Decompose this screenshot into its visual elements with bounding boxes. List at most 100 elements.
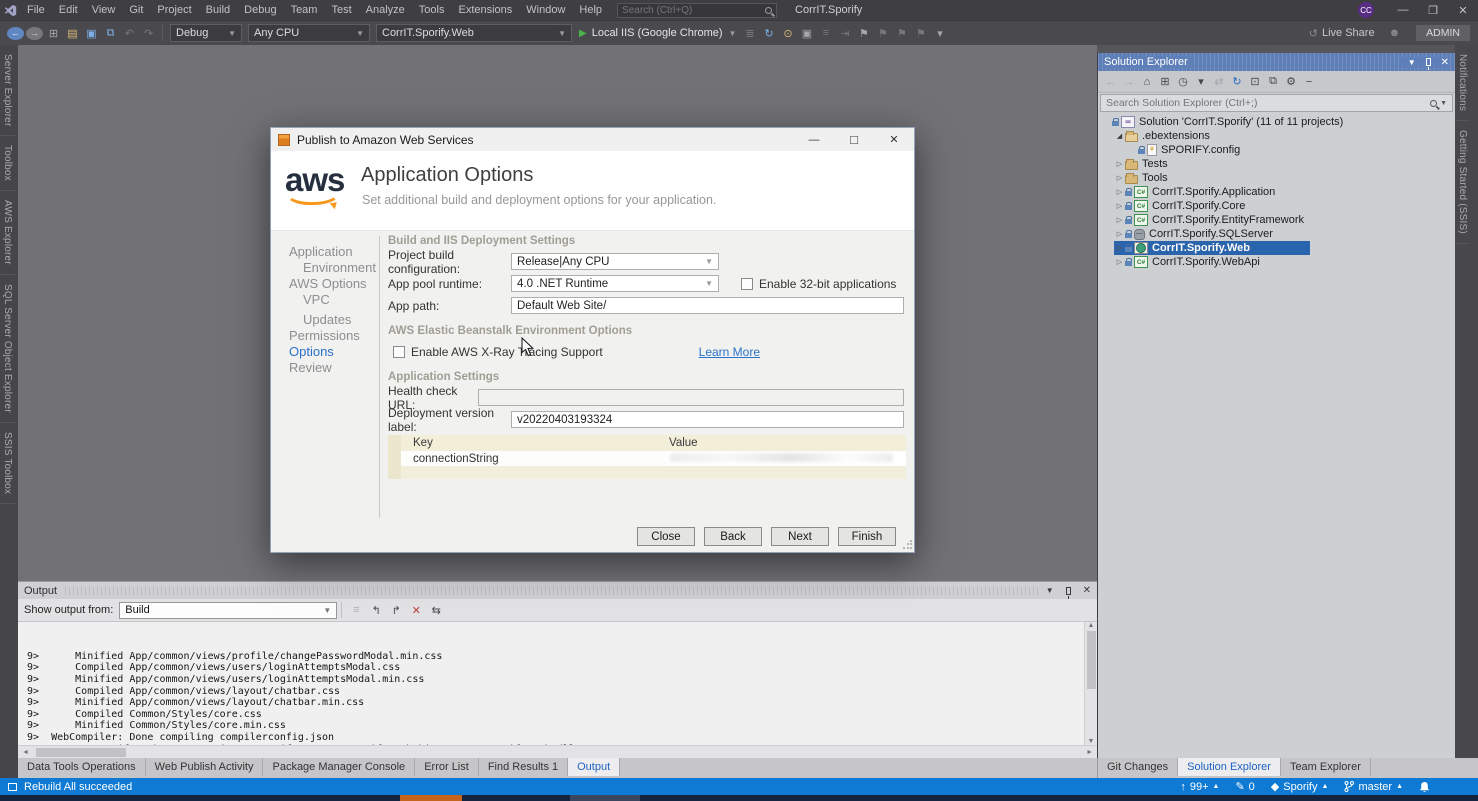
panel-tab[interactable]: Data Tools Operations	[18, 758, 146, 776]
menu-item[interactable]: File	[20, 0, 52, 20]
expander-icon[interactable]	[1114, 244, 1125, 252]
configuration-dropdown[interactable]: Debug▼	[170, 24, 242, 42]
menu-item[interactable]: Git	[122, 0, 150, 20]
tree-row[interactable]: SPORIFY.config	[1098, 143, 1455, 157]
toolbar-icon[interactable]: ▣	[83, 24, 100, 42]
live-share-button[interactable]: ↺ Live Share	[1309, 27, 1375, 40]
dock-tab[interactable]: SSIS Toolbox	[0, 423, 15, 504]
toolbar-icon[interactable]: ←	[1103, 73, 1119, 91]
toolbar-icon[interactable]: ↷	[140, 24, 157, 42]
expander-icon[interactable]	[1114, 216, 1125, 224]
branch-picker[interactable]: master ▲	[1344, 781, 1403, 793]
pending-edits-indicator[interactable]: ✎ 0	[1235, 780, 1254, 793]
wizard-nav-item[interactable]: Environment	[289, 261, 376, 276]
panel-tab[interactable]: Team Explorer	[1281, 758, 1371, 776]
expander-icon[interactable]	[1114, 188, 1125, 196]
expander-icon[interactable]	[1114, 258, 1125, 266]
expander-icon[interactable]	[1114, 174, 1125, 182]
panel-tab[interactable]: Error List	[415, 758, 479, 776]
panel-tab[interactable]: Solution Explorer	[1178, 758, 1281, 776]
scroll-up-icon[interactable]: ▲	[1088, 622, 1095, 629]
scrollbar-thumb[interactable]	[36, 748, 126, 757]
pin-icon[interactable]	[1426, 58, 1431, 66]
toolbar-icon[interactable]: ✕	[407, 601, 425, 619]
dock-tab[interactable]: Toolbox	[0, 136, 15, 191]
dock-tab[interactable]: Notifications	[1455, 45, 1470, 121]
scroll-right-icon[interactable]: ►	[1082, 749, 1097, 756]
health-check-input[interactable]	[478, 389, 904, 406]
toolbar-icon[interactable]: ⇄	[1211, 73, 1227, 91]
toolbar-icon[interactable]: ⚑	[874, 24, 891, 42]
close-icon[interactable]: ✕	[1441, 57, 1449, 68]
expander-icon[interactable]	[1114, 202, 1125, 210]
dock-tab[interactable]: AWS Explorer	[0, 191, 15, 275]
toolbar-icon[interactable]: ⊙	[779, 24, 796, 42]
panel-tab[interactable]: Find Results 1	[479, 758, 568, 776]
close-button[interactable]: ✕	[874, 128, 914, 151]
panel-tab[interactable]: Git Changes	[1098, 758, 1178, 776]
maximize-button[interactable]: □	[834, 128, 874, 151]
app-path-input[interactable]	[511, 297, 904, 314]
panel-tab[interactable]: Output	[568, 758, 620, 776]
account-avatar[interactable]: CC	[1358, 2, 1374, 18]
menu-item[interactable]: Team	[284, 0, 325, 20]
wizard-nav-item[interactable]: AWS Options	[289, 277, 376, 292]
toolbar-icon[interactable]: ⊞	[1157, 73, 1173, 91]
feedback-icon[interactable]: ☻	[1389, 27, 1401, 39]
toolbar-icon[interactable]: ⧉	[102, 24, 119, 42]
horizontal-scrollbar[interactable]: ◄ ►	[18, 745, 1097, 758]
output-panel-titlebar[interactable]: Output ▼ ✕	[18, 582, 1097, 599]
tree-row[interactable]: CorrIT.Sporify.EntityFramework	[1098, 213, 1455, 227]
menu-item[interactable]: Analyze	[359, 0, 412, 20]
toolbar-icon[interactable]: ↶	[121, 24, 138, 42]
solution-explorer-titlebar[interactable]: Solution Explorer ▼ ✕	[1098, 53, 1455, 71]
toolbar-icon[interactable]: ↻	[760, 24, 777, 42]
toolbar-icon[interactable]: ≣	[741, 24, 758, 42]
menu-item[interactable]: Test	[324, 0, 358, 20]
toolbar-icon[interactable]: →	[26, 27, 43, 40]
toolbar-icon[interactable]: ≡	[817, 24, 834, 42]
dialog-titlebar[interactable]: Publish to Amazon Web Services — □ ✕	[271, 128, 914, 151]
tree-row[interactable]: CorrIT.Sporify.Core	[1098, 199, 1455, 213]
scroll-down-icon[interactable]: ▼	[1088, 738, 1095, 745]
empty-row[interactable]	[666, 466, 906, 479]
build-config-dropdown[interactable]: Release|Any CPU▼	[511, 253, 719, 270]
scrollbar-thumb[interactable]	[1087, 631, 1096, 689]
vertical-scrollbar[interactable]: ▲ ▼	[1084, 622, 1097, 745]
restore-button[interactable]: ❐	[1418, 0, 1448, 20]
menu-item[interactable]: View	[85, 0, 123, 20]
toolbar-icon[interactable]: ▣	[798, 24, 815, 42]
toolbar-icon[interactable]: ▾	[931, 24, 948, 42]
dock-tab[interactable]: Getting Started (SSIS)	[1455, 121, 1470, 244]
dock-tab[interactable]: SQL Server Object Explorer	[0, 275, 15, 423]
repository-picker[interactable]: ◆ Sporify ▲	[1271, 780, 1329, 793]
dialog-button[interactable]: Close	[637, 527, 695, 546]
toolbar-icon[interactable]: ↰	[367, 601, 385, 619]
close-icon[interactable]: ✕	[1083, 585, 1091, 596]
close-button[interactable]: ✕	[1448, 0, 1478, 20]
solution-search[interactable]: ▼	[1100, 94, 1453, 112]
toolbar-icon[interactable]: ⚑	[912, 24, 929, 42]
toolbar-icon[interactable]: ⧉	[1265, 73, 1281, 91]
toolbar-icon[interactable]: ⚙	[1283, 73, 1299, 91]
enable-32bit-checkbox[interactable]	[741, 278, 753, 290]
scroll-left-icon[interactable]: ◄	[18, 749, 33, 756]
tree-row[interactable]: CorrIT.Sporify.Web	[1098, 241, 1455, 255]
wizard-nav-item[interactable]: Review	[289, 361, 376, 376]
panel-tab[interactable]: Web Publish Activity	[146, 758, 264, 776]
startup-project-dropdown[interactable]: CorrIT.Sporify.Web▼	[376, 24, 572, 42]
learn-more-link[interactable]: Learn More	[699, 345, 760, 359]
version-label-input[interactable]	[511, 411, 904, 428]
window-position-icon[interactable]: ▼	[1046, 586, 1054, 595]
toolbar-icon[interactable]: ▤	[64, 24, 81, 42]
menu-item[interactable]: Project	[150, 0, 198, 20]
tree-row[interactable]: CorrIT.Sporify.SQLServer	[1098, 227, 1455, 241]
tree-row[interactable]: Solution 'CorrIT.Sporify' (11 of 11 proj…	[1098, 115, 1455, 129]
search-input[interactable]	[622, 5, 765, 16]
expander-icon[interactable]	[1114, 230, 1125, 238]
toolbar-icon[interactable]: →	[1121, 73, 1137, 91]
wizard-nav-item[interactable]: Application	[289, 245, 376, 260]
toolbar-icon[interactable]: ↻	[1229, 73, 1245, 91]
panel-tab[interactable]: Package Manager Console	[263, 758, 415, 776]
menu-item[interactable]: Tools	[412, 0, 452, 20]
